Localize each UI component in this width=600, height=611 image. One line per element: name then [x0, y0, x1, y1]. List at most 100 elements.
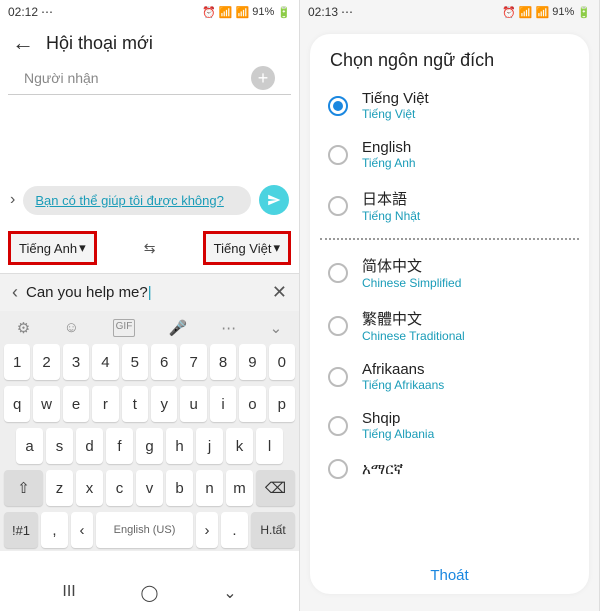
close-button[interactable]: Thoát: [310, 557, 589, 594]
shift-key[interactable]: ⇧: [4, 470, 43, 506]
key-5[interactable]: 5: [122, 344, 148, 380]
gif-icon[interactable]: GIF: [113, 319, 136, 337]
radio-icon[interactable]: [328, 145, 348, 165]
key-n[interactable]: n: [196, 470, 223, 506]
translated-text[interactable]: Bạn có thể giúp tôi được không?: [23, 186, 251, 215]
key-b[interactable]: b: [166, 470, 193, 506]
alarm-icon: ⏰: [202, 6, 216, 19]
add-recipient-icon[interactable]: +: [251, 66, 275, 90]
radio-icon[interactable]: [328, 459, 348, 479]
key-f[interactable]: f: [106, 428, 133, 464]
key-x[interactable]: x: [76, 470, 103, 506]
key-c[interactable]: c: [106, 470, 133, 506]
back-icon[interactable]: ←: [12, 30, 34, 56]
radio-icon[interactable]: [328, 196, 348, 216]
recents-icon[interactable]: III: [62, 583, 75, 603]
swap-icon[interactable]: ⇆: [144, 240, 156, 257]
lang-left-key[interactable]: ‹: [71, 512, 93, 548]
key-k[interactable]: k: [226, 428, 253, 464]
key-p[interactable]: p: [269, 386, 295, 422]
enter-key[interactable]: H.tất: [251, 512, 295, 548]
alarm-icon: ⏰: [502, 6, 516, 19]
key-u[interactable]: u: [180, 386, 206, 422]
home-icon[interactable]: ◯: [141, 583, 159, 603]
language-option[interactable]: ShqipTiếng Albania: [320, 401, 579, 450]
recipient-field[interactable]: Người nhận +: [8, 62, 291, 95]
space-key[interactable]: English (US): [96, 512, 193, 548]
keyboard: ⚙ ☺ GIF 🎤 ⋯ ⌄ 1234567890 qwertyuiop asdf…: [0, 311, 299, 551]
key-s[interactable]: s: [46, 428, 73, 464]
nav-back-icon[interactable]: ⌄: [223, 583, 236, 603]
key-o[interactable]: o: [239, 386, 265, 422]
key-h[interactable]: h: [166, 428, 193, 464]
key-a[interactable]: a: [16, 428, 43, 464]
comma-key[interactable]: ,: [41, 512, 68, 548]
key-3[interactable]: 3: [63, 344, 89, 380]
status-dots-icon: ⋯: [341, 5, 353, 19]
key-z[interactable]: z: [46, 470, 73, 506]
key-6[interactable]: 6: [151, 344, 177, 380]
language-option[interactable]: EnglishTiếng Anh: [320, 130, 579, 179]
settings-icon[interactable]: ⚙: [17, 319, 30, 337]
language-native-label: አማርኛ: [362, 461, 403, 478]
options-icon[interactable]: ⋯: [221, 319, 236, 337]
key-d[interactable]: d: [76, 428, 103, 464]
key-1[interactable]: 1: [4, 344, 30, 380]
language-sub-label: Tiếng Nhật: [362, 209, 420, 223]
key-j[interactable]: j: [196, 428, 223, 464]
signal-icon: 📶: [536, 6, 550, 19]
radio-icon[interactable]: [328, 367, 348, 387]
key-4[interactable]: 4: [92, 344, 118, 380]
key-g[interactable]: g: [136, 428, 163, 464]
send-button[interactable]: [259, 185, 289, 215]
status-time: 02:12: [8, 5, 38, 19]
key-0[interactable]: 0: [269, 344, 295, 380]
keyboard-expand-icon[interactable]: ⌄: [270, 319, 283, 337]
key-m[interactable]: m: [226, 470, 253, 506]
language-option[interactable]: 日本語Tiếng Nhật: [320, 179, 579, 232]
input-row[interactable]: ‹ Can you help me?| ✕: [0, 273, 299, 311]
status-bar: 02:13 ⋯ ⏰ 📶 📶 91% 🔋: [300, 0, 599, 24]
source-lang-button[interactable]: Tiếng Anh ▾: [8, 231, 97, 265]
key-y[interactable]: y: [151, 386, 177, 422]
source-lang-label: Tiếng Anh: [19, 241, 77, 256]
key-v[interactable]: v: [136, 470, 163, 506]
key-i[interactable]: i: [210, 386, 236, 422]
language-option[interactable]: Tiếng ViệtTiếng Việt: [320, 81, 579, 130]
key-2[interactable]: 2: [33, 344, 59, 380]
keyboard-toolbar: ⚙ ☺ GIF 🎤 ⋯ ⌄: [0, 315, 299, 341]
key-7[interactable]: 7: [180, 344, 206, 380]
backspace-key[interactable]: ⌫: [256, 470, 295, 506]
target-lang-button[interactable]: Tiếng Việt ▾: [203, 231, 291, 265]
language-option[interactable]: 繁體中文Chinese Traditional: [320, 299, 579, 352]
key-9[interactable]: 9: [239, 344, 265, 380]
key-e[interactable]: e: [63, 386, 89, 422]
key-t[interactable]: t: [122, 386, 148, 422]
clear-icon[interactable]: ✕: [272, 282, 287, 303]
key-8[interactable]: 8: [210, 344, 236, 380]
battery-label: 91%: [552, 6, 574, 18]
header: ← Hội thoại mới: [0, 24, 299, 62]
language-option[interactable]: AfrikaansTiếng Afrikaans: [320, 352, 579, 401]
radio-icon[interactable]: [328, 263, 348, 283]
key-r[interactable]: r: [92, 386, 118, 422]
expand-icon[interactable]: ›: [10, 191, 15, 209]
emoji-icon[interactable]: ☺: [64, 319, 79, 337]
language-native-label: 简体中文: [362, 255, 461, 276]
radio-icon[interactable]: [328, 316, 348, 336]
key-w[interactable]: w: [33, 386, 59, 422]
input-collapse-icon[interactable]: ‹: [12, 282, 18, 303]
input-text[interactable]: Can you help me?|: [26, 284, 272, 301]
language-option[interactable]: 简体中文Chinese Simplified: [320, 246, 579, 299]
lang-right-key[interactable]: ›: [196, 512, 218, 548]
mic-icon[interactable]: 🎤: [169, 319, 188, 337]
period-key[interactable]: .: [221, 512, 248, 548]
language-option[interactable]: አማርኛ: [320, 450, 579, 488]
radio-icon[interactable]: [328, 96, 348, 116]
radio-icon[interactable]: [328, 416, 348, 436]
language-sub-label: Tiếng Albania: [362, 427, 434, 441]
numeric-key[interactable]: !#1: [4, 512, 38, 548]
key-l[interactable]: l: [256, 428, 283, 464]
screen-language-picker: 02:13 ⋯ ⏰ 📶 📶 91% 🔋 Chọn ngôn ngữ đích T…: [300, 0, 600, 611]
key-q[interactable]: q: [4, 386, 30, 422]
